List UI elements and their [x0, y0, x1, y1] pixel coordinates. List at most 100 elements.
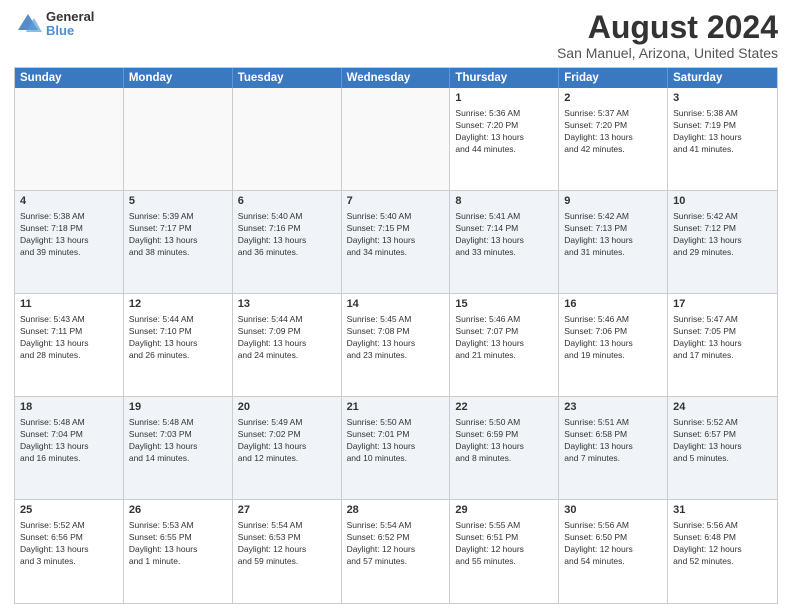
day-number: 4 — [20, 194, 118, 209]
day-number: 6 — [238, 194, 336, 209]
table-row: 13 Sunrise: 5:44 AM Sunset: 7:09 PM Dayli… — [233, 294, 342, 396]
day-number: 15 — [455, 297, 553, 312]
day-number: 17 — [673, 297, 772, 312]
calendar-header: Sunday Monday Tuesday Wednesday Thursday… — [15, 68, 777, 88]
table-row: 2 Sunrise: 5:37 AM Sunset: 7:20 PM Daylig… — [559, 88, 668, 190]
table-row: 17 Sunrise: 5:47 AM Sunset: 7:05 PM Dayli… — [668, 294, 777, 396]
day-number: 9 — [564, 194, 662, 209]
day-number: 11 — [20, 297, 118, 312]
cell-info: Sunrise: 5:37 AM Sunset: 7:20 PM Dayligh… — [564, 108, 662, 156]
table-row: 10Sunrise: 5:42 AM Sunset: 7:12 PM Dayli… — [668, 191, 777, 293]
day-number: 30 — [564, 503, 662, 518]
table-row: 12 Sunrise: 5:44 AM Sunset: 7:10 PM Dayli… — [124, 294, 233, 396]
day-number: 19 — [129, 400, 227, 415]
day-number: 23 — [564, 400, 662, 415]
cell-info: Sunrise: 5:48 AM Sunset: 7:04 PM Dayligh… — [20, 417, 118, 465]
table-row: 21 Sunrise: 5:50 AM Sunset: 7:01 PM Dayli… — [342, 397, 451, 499]
header-monday: Monday — [124, 68, 233, 88]
table-row: 15 Sunrise: 5:46 AM Sunset: 7:07 PM Dayli… — [450, 294, 559, 396]
cell-info: Sunrise: 5:48 AM Sunset: 7:03 PM Dayligh… — [129, 417, 227, 465]
week-row-1: 1 Sunrise: 5:36 AM Sunset: 7:20 PM Daylig… — [15, 88, 777, 191]
cell-info: Sunrise: 5:44 AM Sunset: 7:09 PM Dayligh… — [238, 314, 336, 362]
table-row: 26Sunrise: 5:53 AM Sunset: 6:55 PM Dayli… — [124, 500, 233, 603]
calendar-body: 1 Sunrise: 5:36 AM Sunset: 7:20 PM Daylig… — [15, 88, 777, 603]
logo-line2: Blue — [46, 24, 94, 38]
cell-info: Sunrise: 5:47 AM Sunset: 7:05 PM Dayligh… — [673, 314, 772, 362]
table-row: 16 Sunrise: 5:46 AM Sunset: 7:06 PM Dayli… — [559, 294, 668, 396]
logo-line1: General — [46, 10, 94, 24]
page: General Blue August 2024 San Manuel, Ari… — [0, 0, 792, 612]
cell-info: Sunrise: 5:41 AM Sunset: 7:14 PM Dayligh… — [455, 211, 553, 259]
day-number: 16 — [564, 297, 662, 312]
header-wednesday: Wednesday — [342, 68, 451, 88]
cell-info: Sunrise: 5:40 AM Sunset: 7:15 PM Dayligh… — [347, 211, 445, 259]
day-number: 24 — [673, 400, 772, 415]
day-number: 25 — [20, 503, 118, 518]
cell-info: Sunrise: 5:45 AM Sunset: 7:08 PM Dayligh… — [347, 314, 445, 362]
cell-info: Sunrise: 5:38 AM Sunset: 7:18 PM Dayligh… — [20, 211, 118, 259]
table-row: 28 Sunrise: 5:54 AM Sunset: 6:52 PM Dayli… — [342, 500, 451, 603]
table-row: 31Sunrise: 5:56 AM Sunset: 6:48 PM Dayli… — [668, 500, 777, 603]
week-row-5: 25 Sunrise: 5:52 AM Sunset: 6:56 PM Dayli… — [15, 500, 777, 603]
day-number: 5 — [129, 194, 227, 209]
header: General Blue August 2024 San Manuel, Ari… — [14, 10, 778, 61]
day-number: 14 — [347, 297, 445, 312]
table-row: 20 Sunrise: 5:49 AM Sunset: 7:02 PM Dayli… — [233, 397, 342, 499]
table-row: 24Sunrise: 5:52 AM Sunset: 6:57 PM Dayli… — [668, 397, 777, 499]
table-row — [124, 88, 233, 190]
day-number: 13 — [238, 297, 336, 312]
header-saturday: Saturday — [668, 68, 777, 88]
cell-info: Sunrise: 5:44 AM Sunset: 7:10 PM Dayligh… — [129, 314, 227, 362]
table-row: 3 Sunrise: 5:38 AM Sunset: 7:19 PM Daylig… — [668, 88, 777, 190]
title-block: August 2024 San Manuel, Arizona, United … — [557, 10, 778, 61]
table-row — [342, 88, 451, 190]
day-number: 29 — [455, 503, 553, 518]
day-number: 1 — [455, 91, 553, 106]
calendar: Sunday Monday Tuesday Wednesday Thursday… — [14, 67, 778, 604]
header-thursday: Thursday — [450, 68, 559, 88]
cell-info: Sunrise: 5:50 AM Sunset: 7:01 PM Dayligh… — [347, 417, 445, 465]
table-row: 14 Sunrise: 5:45 AM Sunset: 7:08 PM Dayli… — [342, 294, 451, 396]
day-number: 26 — [129, 503, 227, 518]
day-number: 7 — [347, 194, 445, 209]
header-sunday: Sunday — [15, 68, 124, 88]
table-row: 30 Sunrise: 5:56 AM Sunset: 6:50 PM Dayli… — [559, 500, 668, 603]
header-tuesday: Tuesday — [233, 68, 342, 88]
day-number: 28 — [347, 503, 445, 518]
cell-info: Sunrise: 5:46 AM Sunset: 7:07 PM Dayligh… — [455, 314, 553, 362]
cell-info: Sunrise: 5:55 AM Sunset: 6:51 PM Dayligh… — [455, 520, 553, 568]
cell-info: Sunrise: 5:51 AM Sunset: 6:58 PM Dayligh… — [564, 417, 662, 465]
day-number: 3 — [673, 91, 772, 106]
logo: General Blue — [14, 10, 94, 39]
cell-info: Sunrise: 5:49 AM Sunset: 7:02 PM Dayligh… — [238, 417, 336, 465]
header-friday: Friday — [559, 68, 668, 88]
day-number: 22 — [455, 400, 553, 415]
day-number: 10 — [673, 194, 772, 209]
table-row: 9 Sunrise: 5:42 AM Sunset: 7:13 PM Daylig… — [559, 191, 668, 293]
table-row — [233, 88, 342, 190]
table-row: 7 Sunrise: 5:40 AM Sunset: 7:15 PM Daylig… — [342, 191, 451, 293]
cell-info: Sunrise: 5:54 AM Sunset: 6:52 PM Dayligh… — [347, 520, 445, 568]
cell-info: Sunrise: 5:56 AM Sunset: 6:48 PM Dayligh… — [673, 520, 772, 568]
table-row: 11 Sunrise: 5:43 AM Sunset: 7:11 PM Dayli… — [15, 294, 124, 396]
table-row: 29 Sunrise: 5:55 AM Sunset: 6:51 PM Dayli… — [450, 500, 559, 603]
cell-info: Sunrise: 5:38 AM Sunset: 7:19 PM Dayligh… — [673, 108, 772, 156]
logo-icon — [14, 10, 42, 38]
table-row: 18Sunrise: 5:48 AM Sunset: 7:04 PM Dayli… — [15, 397, 124, 499]
cell-info: Sunrise: 5:42 AM Sunset: 7:13 PM Dayligh… — [564, 211, 662, 259]
logo-text: General Blue — [46, 10, 94, 39]
day-number: 21 — [347, 400, 445, 415]
cell-info: Sunrise: 5:46 AM Sunset: 7:06 PM Dayligh… — [564, 314, 662, 362]
week-row-2: 4 Sunrise: 5:38 AM Sunset: 7:18 PM Daylig… — [15, 191, 777, 294]
table-row — [15, 88, 124, 190]
location: San Manuel, Arizona, United States — [557, 45, 778, 61]
cell-info: Sunrise: 5:56 AM Sunset: 6:50 PM Dayligh… — [564, 520, 662, 568]
day-number: 12 — [129, 297, 227, 312]
day-number: 20 — [238, 400, 336, 415]
cell-info: Sunrise: 5:39 AM Sunset: 7:17 PM Dayligh… — [129, 211, 227, 259]
day-number: 2 — [564, 91, 662, 106]
table-row: 8Sunrise: 5:41 AM Sunset: 7:14 PM Daylig… — [450, 191, 559, 293]
cell-info: Sunrise: 5:52 AM Sunset: 6:56 PM Dayligh… — [20, 520, 118, 568]
cell-info: Sunrise: 5:43 AM Sunset: 7:11 PM Dayligh… — [20, 314, 118, 362]
cell-info: Sunrise: 5:36 AM Sunset: 7:20 PM Dayligh… — [455, 108, 553, 156]
